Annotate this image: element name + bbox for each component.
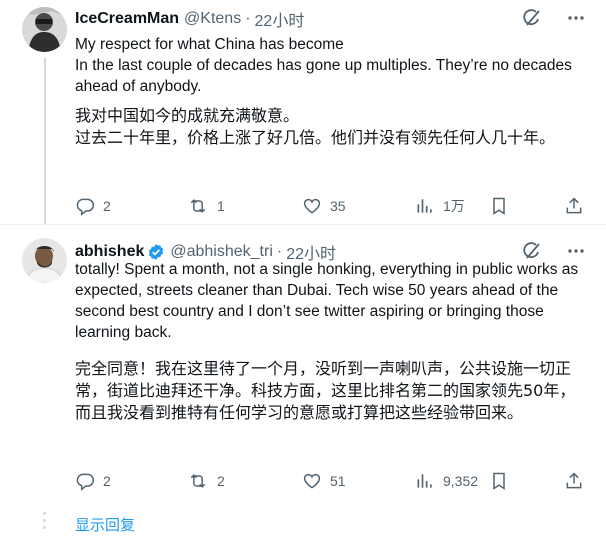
retweet-button[interactable]: 1	[187, 196, 225, 216]
retweet-icon	[190, 199, 206, 213]
action-bar: 2 1 35 1万	[75, 195, 584, 217]
avatar-icecreamman[interactable]	[22, 7, 67, 52]
like-count: 51	[330, 473, 346, 489]
views-count: 9,352	[443, 473, 479, 489]
tweet-header: IceCreamMan @Ktens · 22小时	[75, 8, 586, 30]
tweet-text-translation: 完全同意！我在这里待了一个月，没听到一声喇叭声，公共设施一切正常，街道比迪拜还干…	[75, 359, 576, 422]
share-icon	[566, 472, 582, 489]
share-button[interactable]	[564, 196, 584, 216]
like-icon	[303, 473, 321, 489]
views-icon	[417, 199, 432, 213]
tweet-text-english: totally! Spent a month, not a single hon…	[75, 261, 579, 341]
author-handle[interactable]: @Ktens	[184, 10, 241, 28]
retweet-count: 1	[217, 198, 225, 214]
tweet-text-english: My respect for what China has become In …	[75, 34, 584, 97]
like-button[interactable]: 35	[302, 196, 346, 216]
tweet-text-line: 我对中国如今的成就充满敬意。	[75, 106, 300, 125]
bookmark-button[interactable]	[489, 471, 509, 491]
separator-dot: ·	[245, 10, 251, 27]
views-button[interactable]: 1万	[415, 196, 465, 216]
author-name[interactable]: IceCreamMan	[75, 10, 179, 28]
tweet-icecreamman[interactable]: IceCreamMan @Ktens · 22小时 My respect for…	[0, 0, 606, 225]
grok-icon[interactable]	[522, 8, 542, 33]
thread-line	[44, 58, 46, 225]
like-count: 35	[330, 198, 346, 214]
views-count: 1万	[443, 198, 465, 214]
action-bar: 2 2 51 9,352	[75, 470, 584, 492]
reply-button[interactable]: 2	[75, 471, 111, 491]
tweet-text-line: 过去二十年里，价格上涨了好几倍。他们并没有领先任何人几十年。	[75, 128, 556, 147]
reply-icon	[76, 473, 95, 491]
like-button[interactable]: 51	[302, 471, 346, 491]
tweet-text-translation: 我对中国如今的成就充满敬意。 过去二十年里，价格上涨了好几倍。他们并没有领先任何…	[75, 105, 586, 149]
retweet-count: 2	[217, 473, 225, 489]
reply-button[interactable]: 2	[75, 196, 111, 216]
reply-count: 2	[103, 198, 111, 214]
views-icon	[417, 474, 432, 488]
tweet-text-line: My respect for what China has become	[75, 36, 344, 53]
show-replies-link[interactable]: 显示回复	[75, 514, 135, 535]
retweet-button[interactable]: 2	[187, 471, 225, 491]
more-icon[interactable]	[566, 8, 586, 33]
views-button[interactable]: 9,352	[415, 471, 478, 491]
share-button[interactable]	[564, 471, 584, 491]
retweet-icon	[190, 474, 206, 488]
tweet-text-line: In the last couple of decades has gone u…	[75, 57, 572, 95]
avatar-abhishek[interactable]	[22, 238, 67, 283]
reply-count: 2	[103, 473, 111, 489]
bookmark-button[interactable]	[489, 196, 509, 216]
more-replies-dots	[36, 512, 52, 529]
timestamp[interactable]: 22小时	[255, 7, 305, 31]
reply-icon	[76, 198, 95, 216]
share-icon	[566, 197, 582, 214]
like-icon	[303, 198, 321, 214]
bookmark-icon	[493, 472, 505, 490]
bookmark-icon	[493, 197, 505, 215]
